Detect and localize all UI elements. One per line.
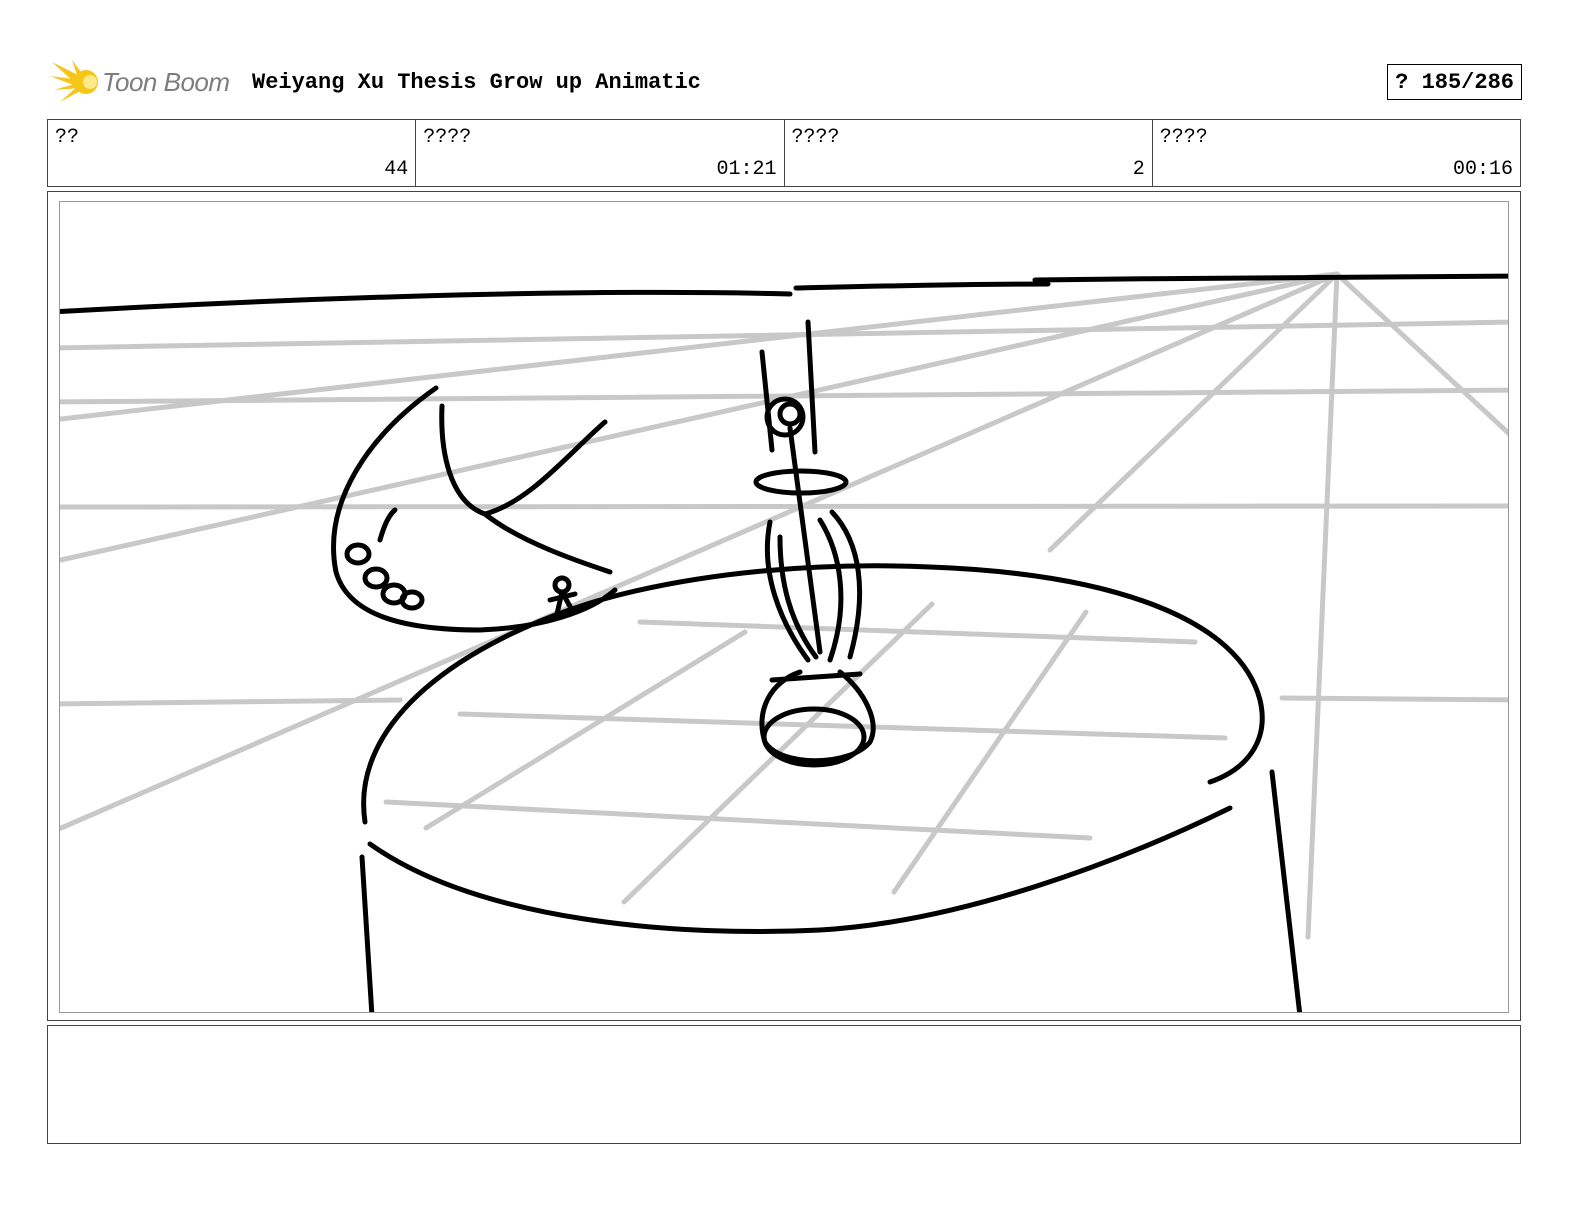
- panel-drawing-area: [59, 201, 1509, 1013]
- star-burst-icon: [50, 60, 98, 102]
- info-cell-panel: ???? 2: [785, 120, 1153, 186]
- info-cell-panel-duration: ???? 00:16: [1153, 120, 1520, 186]
- info-label: ????: [791, 126, 840, 149]
- info-cell-scene: ?? 44: [48, 120, 417, 186]
- info-cell-duration: ???? 01:21: [416, 120, 785, 186]
- sketch-drawing: [60, 271, 1508, 1012]
- toon-boom-logo: Toon Boom: [50, 56, 240, 106]
- info-label: ??: [55, 126, 80, 149]
- info-value: 2: [1132, 158, 1145, 181]
- perspective-guides: [60, 271, 1508, 940]
- info-value: 01:21: [716, 158, 777, 181]
- project-title: Weiyang Xu Thesis Grow up Animatic: [252, 70, 701, 95]
- storyboard-header: Toon Boom Weiyang Xu Thesis Grow up Anim…: [50, 56, 1522, 106]
- page-counter: ? 185/286: [1387, 64, 1522, 100]
- storyboard-panel: [47, 191, 1521, 1021]
- panel-notes-box: [47, 1025, 1521, 1144]
- info-label: ????: [423, 126, 472, 149]
- info-label: ????: [1159, 126, 1208, 149]
- logo-text: Toon Boom: [102, 67, 230, 97]
- scene-info-strip: ?? 44 ???? 01:21 ???? 2 ???? 00:16: [47, 119, 1521, 187]
- info-value: 00:16: [1452, 158, 1513, 181]
- ink-sketch: [60, 273, 1508, 1012]
- info-value: 44: [384, 158, 409, 181]
